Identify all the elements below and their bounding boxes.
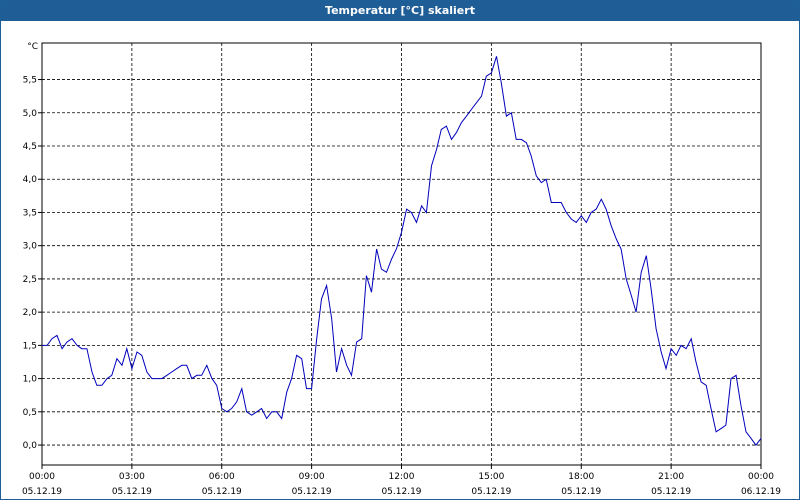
x-tick-label-time: 06:00 (209, 472, 235, 482)
y-axis-label: °C (27, 42, 38, 52)
chart-window: Temperatur [°C] skaliert 0,0 0,5 1,0 1,5 2,0… (0, 0, 800, 500)
y-tick-label: 2,0 (23, 308, 38, 318)
x-tick-label-date: 05.12.19 (202, 487, 242, 497)
y-tick-label: 5,0 (23, 109, 38, 119)
temperature-chart: 0,0 0,5 1,0 1,5 2,0 2,5 3,0 3,5 4,0 4,5 5,0 5,5 °C 00… (22, 42, 781, 497)
x-tick-label-time: 00:00 (748, 472, 774, 482)
x-tick-label-time: 00:00 (29, 472, 55, 482)
y-tick-label: 2,5 (23, 275, 37, 285)
y-tick-label: 3,0 (23, 242, 38, 252)
x-tick-label-date: 05.12.19 (471, 487, 511, 497)
x-tick-label-date: 05.12.19 (381, 487, 421, 497)
x-tick-label-date: 05.12.19 (651, 487, 691, 497)
x-tick-label-time: 12:00 (389, 472, 415, 482)
y-tick-label: 3,5 (23, 208, 37, 218)
x-tick-label-date: 06.12.19 (741, 487, 781, 497)
x-tick-label-time: 09:00 (299, 472, 325, 482)
y-tick-label: 1,0 (23, 375, 38, 385)
x-tick-label-time: 15:00 (478, 472, 504, 482)
y-tick-label: 4,5 (23, 142, 37, 152)
y-tick-label: 4,0 (23, 175, 38, 185)
x-tick-label-date: 05.12.19 (292, 487, 332, 497)
x-tick-label-time: 03:00 (119, 472, 145, 482)
y-tick-label: 0,0 (23, 441, 38, 451)
y-tick-label: 5,5 (23, 76, 37, 86)
x-tick-label-time: 18:00 (568, 472, 594, 482)
y-tick-label: 0,5 (23, 408, 37, 418)
x-tick-label-date: 05.12.19 (561, 487, 601, 497)
y-tick-label: 1,5 (23, 341, 37, 351)
window-title: Temperatur [°C] skaliert (1, 1, 799, 21)
x-tick-label-date: 05.12.19 (112, 487, 152, 497)
x-tick-label-date: 05.12.19 (22, 487, 62, 497)
x-tick-label-time: 21:00 (658, 472, 684, 482)
